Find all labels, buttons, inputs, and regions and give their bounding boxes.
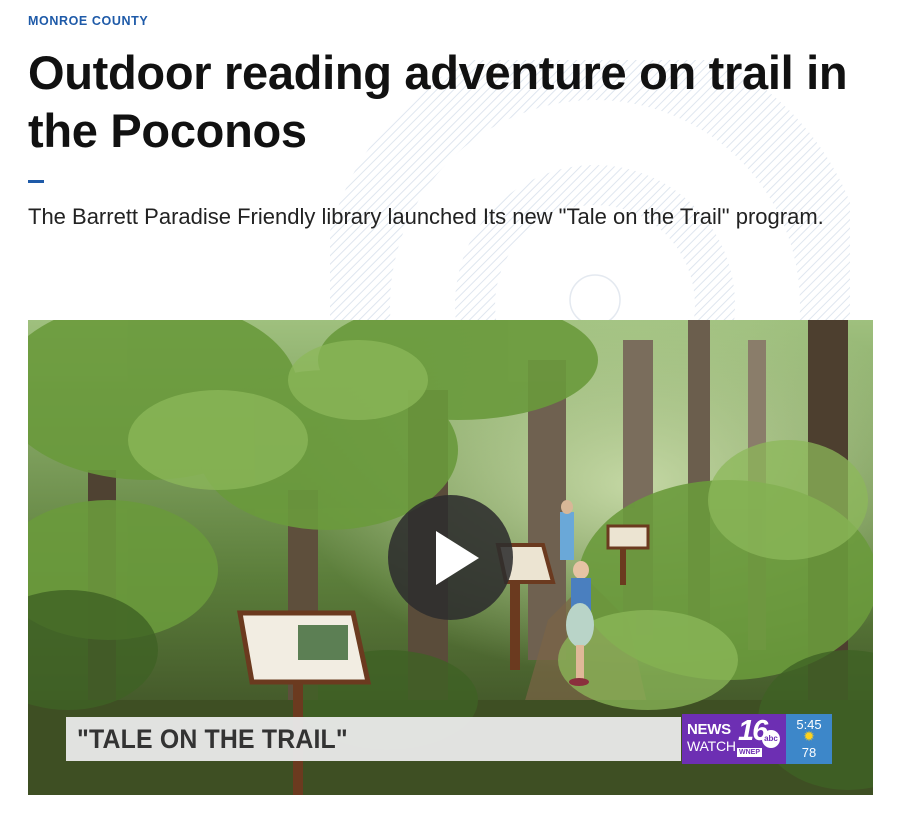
article-headline: Outdoor reading adventure on trail in th… bbox=[28, 46, 848, 157]
section-kicker[interactable]: MONROE COUNTY bbox=[28, 14, 148, 28]
lower-third-title: "TALE ON THE TRAIL" bbox=[77, 723, 348, 754]
station-logo: NEWS WATCH 16 abc WNEP bbox=[682, 714, 786, 764]
weather-widget: 5:45 ✹ 78 bbox=[786, 714, 832, 764]
play-icon bbox=[436, 531, 479, 585]
article-summary: The Barrett Paradise Friendly library la… bbox=[28, 204, 824, 229]
logo-watch-text: WATCH bbox=[687, 738, 736, 754]
logo-call-sign: WNEP bbox=[737, 748, 762, 757]
play-button[interactable] bbox=[388, 495, 513, 620]
logo-news-text: NEWS bbox=[687, 721, 731, 738]
weather-temperature: 78 bbox=[801, 745, 817, 760]
abc-network-icon: abc bbox=[762, 730, 780, 748]
accent-divider bbox=[28, 180, 44, 183]
lower-third-banner: "TALE ON THE TRAIL" bbox=[66, 717, 681, 761]
sun-icon: ✹ bbox=[803, 728, 815, 744]
video-player[interactable]: "TALE ON THE TRAIL" NEWS WATCH 16 abc WN… bbox=[28, 320, 873, 795]
